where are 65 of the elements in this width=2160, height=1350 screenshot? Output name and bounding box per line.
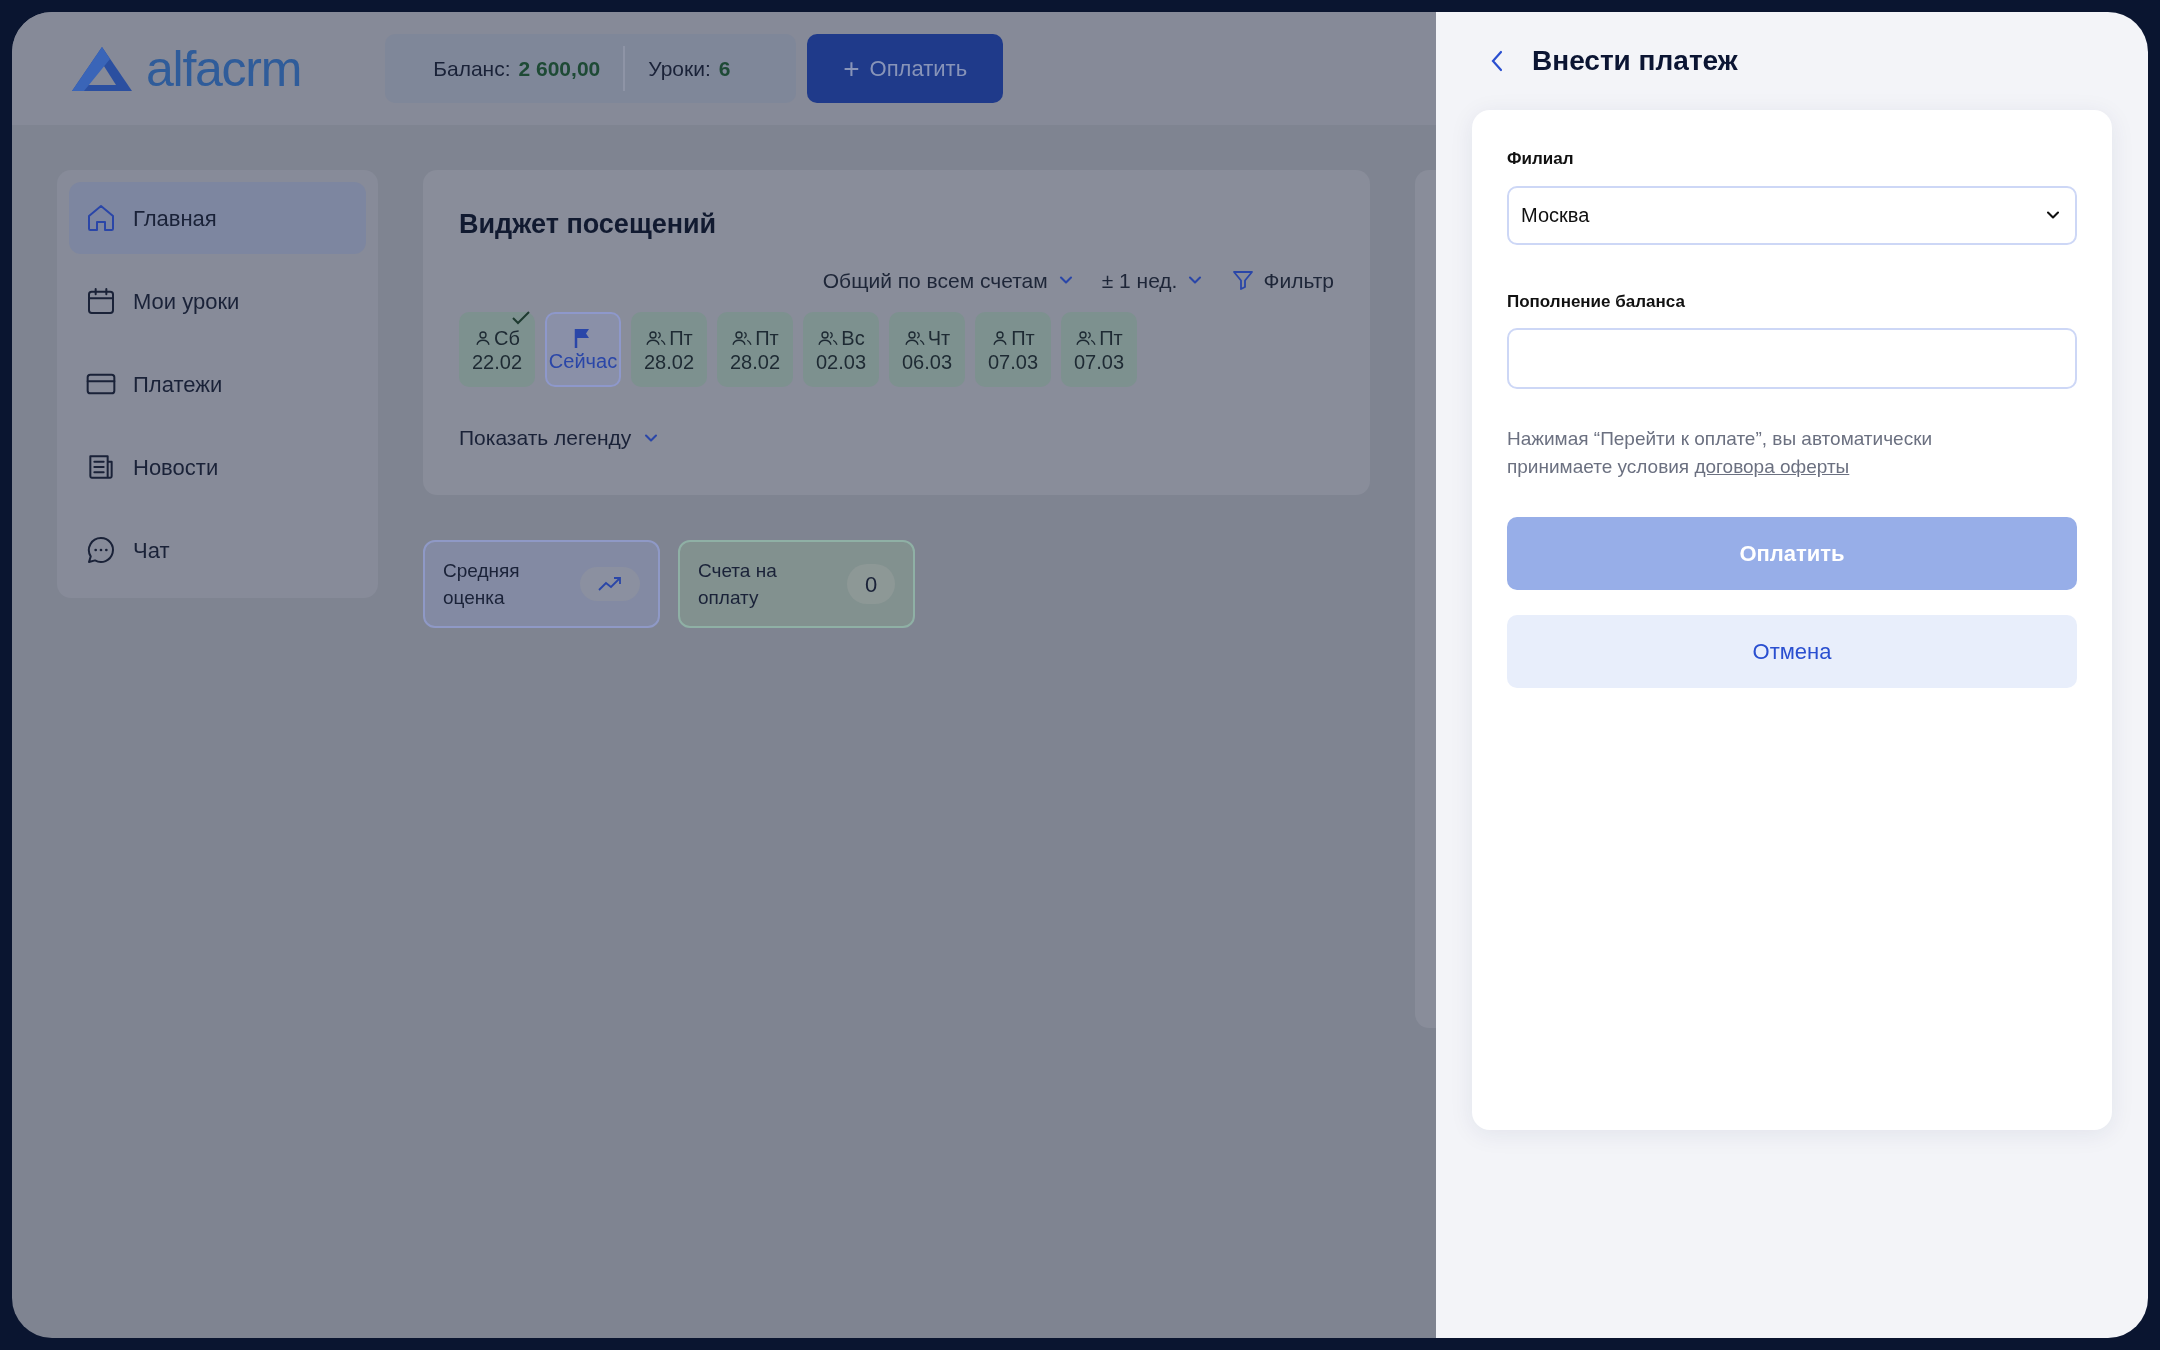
plus-icon: + (843, 54, 860, 83)
date-label: 22.02 (471, 349, 523, 374)
chat-icon (85, 534, 117, 566)
stat-card[interactable]: Счета на оплату 0 (678, 540, 915, 628)
day-label: Чт (927, 325, 951, 350)
nav-item[interactable]: Мои уроки (69, 265, 366, 337)
day-chip[interactable]: Чт 06.03 (889, 312, 965, 387)
nav-item[interactable]: Чат (69, 514, 366, 586)
drawer-title: Внести платеж (1532, 44, 1738, 78)
day-label: Вс (841, 325, 865, 350)
date-label: 02.03 (815, 349, 867, 374)
branch-select[interactable]: Москва (1507, 185, 2077, 245)
count-badge: 0 (847, 564, 895, 604)
date-label: 06.03 (901, 349, 953, 374)
date-label: 28.02 (729, 349, 781, 374)
nav-item[interactable]: Платежи (69, 348, 366, 420)
stat-label: Счета на оплату (698, 559, 778, 610)
logo-text: alfacrm (146, 43, 302, 94)
lessons-label: Уроки: (648, 55, 711, 82)
person-icon (991, 328, 1010, 347)
day-label: Пт (1099, 325, 1123, 350)
date-label: 28.02 (643, 349, 695, 374)
nav-item[interactable]: Главная (69, 182, 366, 254)
lessons-value: 6 (718, 55, 731, 82)
day-label: Пт (669, 325, 693, 350)
widget-title: Виджет посещений (459, 208, 718, 241)
home-icon (85, 202, 117, 234)
people-icon (731, 328, 754, 347)
field-label: Пополнение баланса (1507, 290, 1686, 313)
day-label: Пт (1011, 325, 1035, 350)
people-icon (645, 328, 668, 347)
date-label: 07.03 (987, 349, 1039, 374)
day-chip[interactable]: Пт 28.02 (631, 312, 707, 387)
day-chip[interactable]: Пт 07.03 (1061, 312, 1137, 387)
nav-item[interactable]: Новости (69, 431, 366, 503)
filter-button[interactable]: Фильтр (1231, 264, 1334, 296)
day-label: Сб (494, 325, 520, 350)
day-chip[interactable]: Пт 28.02 (717, 312, 793, 387)
balance-label: Баланс: (433, 55, 511, 82)
day-chip[interactable]: Вс 02.03 (803, 312, 879, 387)
day-chip[interactable]: Сейчас (545, 312, 621, 387)
offer-notice: Нажимая “Перейти к оплате”, вы автоматически принимаете условия договора оферты (1507, 427, 1934, 479)
offer-link[interactable]: договора оферты (1694, 456, 1850, 477)
stat-card[interactable]: Средняя оценка (423, 540, 660, 628)
day-chip[interactable]: Пт 07.03 (975, 312, 1051, 387)
legend-toggle[interactable]: Показать легенду (459, 422, 662, 454)
people-icon (817, 328, 840, 347)
balance-value: 2 600,00 (518, 55, 601, 82)
day-chip[interactable]: Сб 22.02 (459, 312, 535, 387)
account-dropdown[interactable]: Общий по всем счетам (822, 264, 1076, 296)
people-icon (1075, 328, 1098, 347)
calendar-icon (85, 285, 117, 317)
filter-icon (1231, 268, 1256, 293)
date-label: 07.03 (1073, 349, 1125, 374)
field-label: Филиал (1507, 148, 1575, 170)
stat-label: Средняя оценка (443, 559, 521, 610)
people-icon (903, 328, 926, 347)
amount-input[interactable] (1507, 328, 2077, 389)
period-dropdown[interactable]: ± 1 нед. (1101, 264, 1206, 296)
pay-button[interactable]: + Оплатить (807, 34, 1004, 103)
trend-up-icon (597, 575, 623, 593)
day-label: Пт (755, 325, 779, 350)
person-icon (474, 328, 493, 347)
cancel-button[interactable]: Отмена (1507, 615, 2077, 688)
date-label: Сейчас (548, 348, 618, 373)
